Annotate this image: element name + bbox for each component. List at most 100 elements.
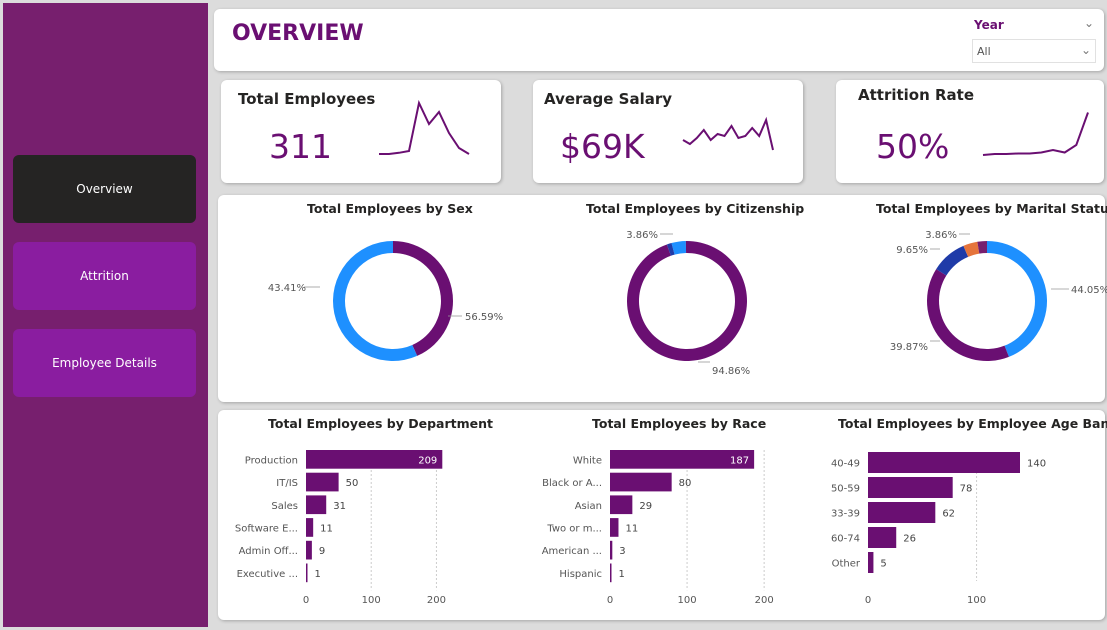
year-slicer-label: Year — [974, 18, 1004, 32]
data-label: 29 — [639, 501, 652, 512]
bar — [306, 472, 339, 492]
bar — [610, 540, 613, 560]
category-label: Black or A... — [542, 478, 602, 489]
tick-label: 0 — [303, 595, 309, 606]
bar — [610, 472, 672, 492]
bar — [868, 502, 936, 523]
year-slicer-dropdown[interactable]: All ⌄ — [972, 39, 1096, 63]
donut-charts-card: Total Employees by Sex Total Employees b… — [218, 195, 1107, 402]
category-label: IT/IS — [276, 478, 298, 489]
tick-label: 200 — [755, 595, 774, 606]
data-label: 80 — [679, 478, 692, 489]
bar — [306, 563, 308, 583]
data-label: 44.05% — [1071, 285, 1107, 296]
sparkline-average-salary — [682, 116, 774, 151]
kpi-card-attrition-rate: Attrition Rate 50% — [836, 80, 1104, 183]
category-label: American ... — [542, 546, 602, 557]
category-label: Hispanic — [559, 569, 602, 580]
bar — [306, 540, 312, 560]
kpi-card-total-employees: Total Employees 311 — [221, 80, 501, 183]
data-label: 26 — [903, 534, 916, 545]
category-label: Two or m... — [546, 523, 602, 534]
data-label: 56.59% — [465, 312, 503, 323]
tick-label: 100 — [362, 595, 381, 606]
category-label: Software E... — [235, 523, 298, 534]
bar-charts-card: Total Employees by Department Total Empl… — [218, 410, 1107, 620]
bar — [306, 495, 327, 515]
kpi-value: $69K — [560, 127, 645, 166]
data-label: 140 — [1027, 459, 1046, 470]
data-label: 31 — [333, 501, 346, 512]
donut-slice — [627, 240, 748, 361]
data-label: 209 — [418, 455, 437, 466]
sparkline-total-employees — [379, 99, 470, 155]
nav-employee-details-button[interactable]: Employee Details — [13, 329, 196, 397]
bar — [868, 452, 1020, 473]
data-label: 1 — [619, 569, 625, 580]
data-label: 187 — [730, 455, 749, 466]
sparkline-line — [379, 99, 470, 155]
category-label: Sales — [271, 501, 298, 512]
nav-overview-label: Overview — [76, 182, 133, 196]
category-label: Executive ... — [237, 569, 298, 580]
category-label: 40-49 — [831, 459, 860, 470]
category-label: 50-59 — [831, 484, 860, 495]
data-label: 50 — [346, 478, 359, 489]
data-label: 11 — [320, 523, 333, 534]
bar — [610, 563, 612, 583]
kpi-value: 50% — [876, 127, 950, 166]
data-label: 9.65% — [896, 245, 928, 256]
category-label: 33-39 — [831, 509, 860, 520]
tick-label: 100 — [967, 595, 986, 606]
sparkline-line — [982, 112, 1089, 156]
tick-label: 200 — [427, 595, 446, 606]
header-bar: OVERVIEW Year ⌄ All ⌄ — [214, 9, 1104, 71]
tick-label: 0 — [607, 595, 613, 606]
bar — [610, 495, 633, 515]
donut-chart-sex: 43.41% 56.59% 3.86% 94.86% 3.86% 9.65% 44.05% 3… — [268, 230, 1107, 377]
nav-overview-button[interactable]: Overview — [13, 155, 196, 223]
kpi-card-average-salary: Average Salary $69K — [533, 80, 803, 183]
donut-slice — [333, 241, 418, 361]
nav-attrition-button[interactable]: Attrition — [13, 242, 196, 310]
data-label: 9 — [319, 546, 325, 557]
bar — [868, 477, 953, 498]
bar — [868, 552, 874, 573]
sparkline-attrition-rate — [982, 112, 1089, 156]
nav-employee-details-label: Employee Details — [52, 356, 157, 370]
donut-slice — [936, 245, 969, 276]
data-label: 3.86% — [626, 230, 658, 241]
data-label: 3.86% — [925, 230, 957, 241]
chevron-down-icon[interactable]: ⌄ — [1084, 16, 1094, 30]
data-label: 3 — [619, 546, 625, 557]
tick-label: 100 — [678, 595, 697, 606]
category-label: Admin Off... — [239, 546, 298, 557]
data-label: 94.86% — [712, 366, 750, 377]
donut-slice — [927, 269, 1009, 362]
category-label: 60-74 — [831, 534, 860, 545]
sparkline-line — [682, 116, 774, 151]
data-label: 1 — [315, 569, 321, 580]
kpi-title: Average Salary — [544, 90, 673, 108]
data-label: 43.41% — [268, 283, 306, 294]
data-label: 62 — [942, 509, 955, 520]
category-label: Production — [245, 455, 298, 466]
category-label: Asian — [575, 501, 602, 512]
bar — [868, 527, 897, 548]
nav-attrition-label: Attrition — [80, 269, 129, 283]
category-label: White — [573, 455, 602, 466]
data-label: 5 — [880, 559, 886, 570]
data-label: 39.87% — [890, 342, 928, 353]
tick-label: 0 — [865, 595, 871, 606]
year-slicer-value: All — [977, 45, 991, 58]
bar — [306, 518, 314, 537]
data-label: 11 — [625, 523, 638, 534]
donut-slice — [393, 241, 454, 356]
sidebar: Overview Attrition Employee Details — [3, 3, 208, 627]
bar — [610, 518, 619, 537]
kpi-title: Attrition Rate — [858, 86, 975, 104]
data-label: 78 — [960, 484, 973, 495]
donut-slice — [987, 241, 1048, 357]
kpi-title: Total Employees — [238, 90, 376, 108]
page-title: OVERVIEW — [232, 21, 364, 46]
